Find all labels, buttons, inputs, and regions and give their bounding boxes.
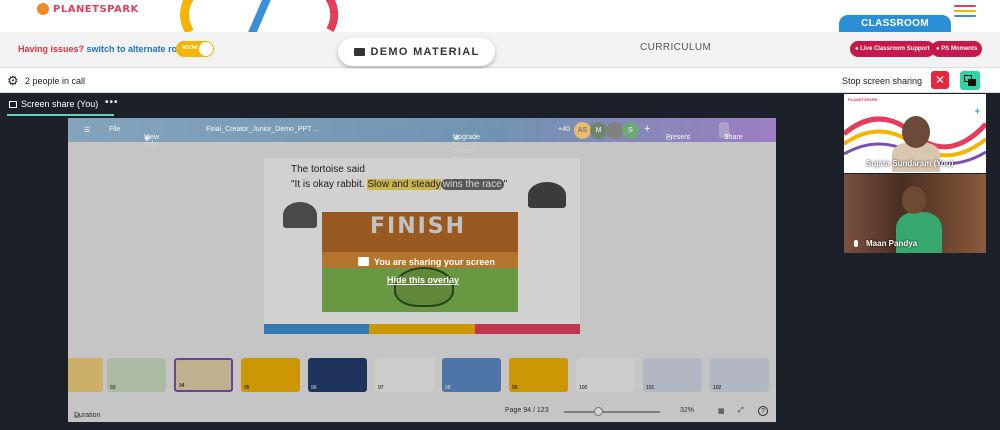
- more-options-icon[interactable]: •••: [105, 97, 119, 108]
- toggle-knob: [199, 42, 213, 56]
- participant-name: Maan Pandya: [854, 239, 917, 248]
- add-collaborator-icon[interactable]: +: [644, 123, 650, 135]
- curriculum-tab[interactable]: CURRICULUM: [640, 42, 711, 53]
- active-tab-indicator: [7, 114, 114, 116]
- screen-share-icon: [9, 101, 17, 108]
- canva-file-menu[interactable]: File: [109, 126, 120, 133]
- avatar[interactable]: S: [622, 122, 639, 139]
- shared-screen: ☰ File ◉ View only Final_Creator_Junior_…: [68, 118, 776, 422]
- microphone-icon: [854, 160, 858, 167]
- hamburger-menu-icon[interactable]: [954, 2, 976, 20]
- microphone-icon: [854, 240, 858, 247]
- hide-overlay-link[interactable]: Hide this overlay: [387, 275, 459, 285]
- decorative-arcs: [180, 0, 339, 32]
- avatar[interactable]: AS: [574, 122, 591, 139]
- live-classroom-support-button[interactable]: ● Live Classroom Support: [850, 41, 935, 57]
- stop-sharing-button[interactable]: ✕: [931, 71, 949, 89]
- avatar-image[interactable]: [606, 122, 623, 139]
- toggle-label: ROOM: [182, 45, 198, 51]
- people-count: 2 people in call: [25, 76, 86, 86]
- alternate-room-toggle[interactable]: ROOM: [176, 41, 214, 57]
- sharing-message: You are sharing your screen: [358, 257, 495, 267]
- participant-video: [902, 186, 926, 214]
- issue-message: Having issues? switch to alternate room: [18, 44, 191, 54]
- ps-moments-button[interactable]: ● PS Moments: [931, 41, 983, 57]
- screen-share-icon: [358, 257, 369, 266]
- classroom-tab[interactable]: CLASSROOM: [839, 15, 951, 32]
- stop-sharing-label: Stop screen sharing: [842, 76, 923, 86]
- support-icon: ●: [855, 46, 859, 52]
- participant-tile-self[interactable]: PLANETSPARK + Sujata Sundaram (You): [844, 94, 986, 173]
- alternate-room-link[interactable]: switch to alternate room: [87, 44, 191, 54]
- gear-icon[interactable]: ⚙: [7, 74, 19, 87]
- participant-name: Sujata Sundaram (You): [854, 159, 953, 168]
- tab-screen-share[interactable]: Screen share (You): [9, 99, 98, 109]
- picture-in-picture-icon[interactable]: [960, 71, 980, 90]
- canva-menu-icon[interactable]: ☰: [84, 126, 90, 134]
- call-area: Screen share (You) ••• ☰ File ◉ View onl…: [0, 93, 1000, 430]
- canva-toolbar: ☰ File ◉ View only Final_Creator_Junior_…: [68, 118, 776, 162]
- folder-icon: [353, 48, 365, 56]
- call-bar: ⚙ 2 people in call Stop screen sharing ✕: [0, 69, 1000, 93]
- canva-share-button[interactable]: ⇪ Share: [719, 122, 743, 141]
- avatar[interactable]: M: [590, 122, 607, 139]
- logo-icon: [37, 3, 49, 15]
- participant-video: [902, 116, 930, 148]
- planetspark-logo[interactable]: PLANETSPARK: [37, 3, 139, 15]
- top-header: PLANETSPARK CLASSROOM: [0, 0, 1000, 32]
- canva-doc-title[interactable]: Final_Creator_Junior_Demo_PPT ...: [206, 126, 319, 133]
- avatar-count: +40: [558, 126, 570, 133]
- moments-icon: ●: [936, 46, 940, 52]
- demo-material-button[interactable]: DEMO MATERIAL: [338, 38, 495, 66]
- participant-tile[interactable]: Maan Pandya: [844, 174, 986, 253]
- sub-header: Having issues? switch to alternate room …: [0, 32, 1000, 68]
